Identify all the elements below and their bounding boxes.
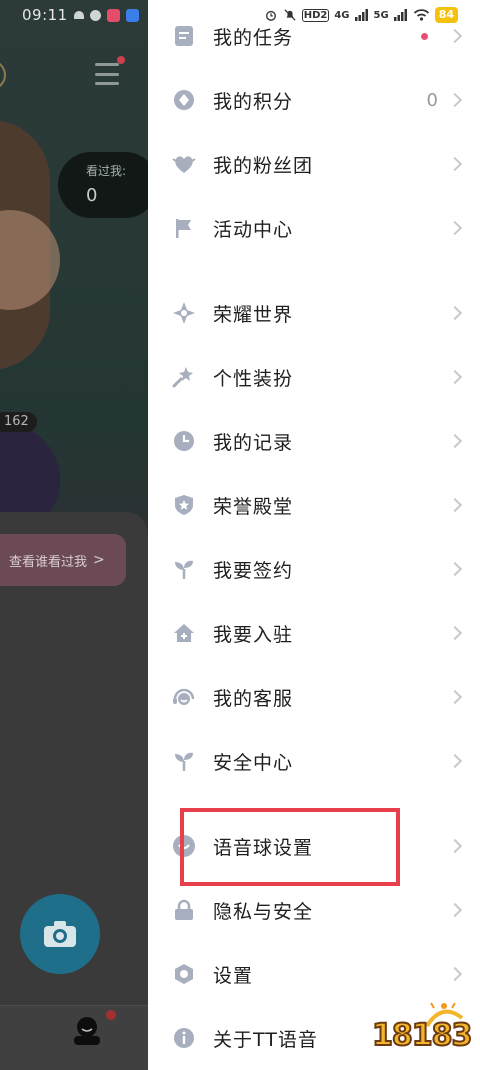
magic-wand-icon bbox=[172, 365, 196, 389]
who-visited-chevron: > bbox=[93, 552, 105, 568]
lock-icon bbox=[172, 898, 196, 922]
number-pill: 162 bbox=[0, 412, 37, 432]
status-bar-left: 09:11 bbox=[22, 6, 139, 24]
menu-item-fan-club[interactable]: 我的粉丝团 bbox=[148, 132, 480, 196]
menu-label-fan-club: 我的粉丝团 bbox=[213, 154, 314, 177]
menu-item-hall-of-honor[interactable]: 荣誉殿堂 bbox=[148, 473, 480, 537]
menu-item-customer-service[interactable]: 我的客服 bbox=[148, 665, 480, 729]
menu-label-settings: 设置 bbox=[213, 964, 254, 987]
points-value: 0 bbox=[426, 89, 438, 111]
chevron-right-icon bbox=[447, 369, 463, 385]
task-badge-dot bbox=[421, 32, 428, 40]
menu-label-join-settle: 我要入驻 bbox=[213, 623, 294, 646]
chevron-right-icon bbox=[447, 92, 463, 108]
chevron-right-icon bbox=[447, 753, 463, 769]
chevron-right-icon bbox=[447, 28, 463, 44]
chevron-right-icon bbox=[447, 689, 463, 705]
app-notification-icon bbox=[89, 9, 101, 21]
menu-item-security-center[interactable]: 安全中心 bbox=[148, 729, 480, 793]
highlight-annotation-box bbox=[180, 808, 400, 886]
status-time: 09:11 bbox=[22, 6, 68, 24]
sprout-icon bbox=[172, 749, 196, 773]
menu-item-join-settle[interactable]: 我要入驻 bbox=[148, 601, 480, 665]
menu-badge-dot bbox=[117, 56, 125, 64]
background-sheet bbox=[0, 512, 148, 1070]
browser-app-icon bbox=[125, 8, 139, 22]
chevron-right-icon bbox=[447, 966, 463, 982]
house-icon bbox=[172, 621, 196, 645]
who-visited-button[interactable]: 查看谁看过我 > bbox=[0, 534, 126, 586]
chevron-right-icon bbox=[447, 433, 463, 449]
chevron-right-icon bbox=[447, 497, 463, 513]
profile-tab-badge bbox=[106, 1010, 116, 1020]
profile-tab-icon[interactable] bbox=[72, 1016, 102, 1046]
shield-star-icon bbox=[172, 493, 196, 517]
glory-star-icon bbox=[172, 301, 196, 325]
chevron-right-icon bbox=[447, 305, 463, 321]
menu-item-sign-contract[interactable]: 我要签约 bbox=[148, 537, 480, 601]
menu-label-activity-center: 活动中心 bbox=[213, 218, 294, 241]
menu-label-glory-world: 荣耀世界 bbox=[213, 303, 294, 326]
points-icon bbox=[172, 88, 196, 112]
menu-label-privacy-security: 隐私与安全 bbox=[213, 900, 314, 923]
flag-icon bbox=[172, 216, 196, 240]
menu-label-hall-of-honor: 荣誉殿堂 bbox=[213, 495, 294, 518]
background-avatar-face bbox=[0, 210, 60, 310]
headset-icon bbox=[172, 685, 196, 709]
clock-icon bbox=[172, 429, 196, 453]
menu-label-personal-dress: 个性装扮 bbox=[213, 367, 294, 390]
menu-item-privacy-security[interactable]: 隐私与安全 bbox=[148, 878, 480, 942]
sprout-icon bbox=[172, 557, 196, 581]
camera-icon bbox=[44, 921, 76, 947]
menu-item-personal-dress[interactable]: 个性装扮 bbox=[148, 345, 480, 409]
chevron-right-icon bbox=[447, 561, 463, 577]
watermark-logo: 18183 bbox=[371, 1000, 473, 1062]
fan-heart-icon bbox=[172, 152, 196, 176]
menu-label-my-records: 我的记录 bbox=[213, 431, 294, 454]
menu-label-my-points: 我的积分 bbox=[213, 90, 294, 113]
menu-item-my-records[interactable]: 我的记录 bbox=[148, 409, 480, 473]
chevron-right-icon bbox=[447, 625, 463, 641]
menu-item-glory-world[interactable]: 荣耀世界 bbox=[148, 281, 480, 345]
camera-button[interactable] bbox=[20, 894, 100, 974]
hamburger-menu-icon[interactable] bbox=[95, 63, 119, 85]
menu-label-my-tasks: 我的任务 bbox=[213, 26, 294, 49]
side-drawer: HD2 4G 5G 84 我的任务 我的积分 0 我的粉丝团 活动中心 荣耀世界 bbox=[148, 0, 480, 1070]
menu-item-activity-center[interactable]: 活动中心 bbox=[148, 196, 480, 260]
chevron-right-icon bbox=[447, 838, 463, 854]
menu-label-customer-service: 我的客服 bbox=[213, 687, 294, 710]
visited-me-card[interactable]: 看过我: 0 bbox=[58, 152, 158, 218]
task-icon bbox=[172, 24, 196, 48]
watermark-text: 18183 bbox=[371, 1017, 473, 1054]
menu-item-my-points[interactable]: 我的积分 0 bbox=[148, 68, 480, 132]
menu-label-security-center: 安全中心 bbox=[213, 751, 294, 774]
chevron-right-icon bbox=[447, 156, 463, 172]
chevron-right-icon bbox=[447, 220, 463, 236]
menu-item-settings[interactable]: 设置 bbox=[148, 942, 480, 1006]
video-app-icon bbox=[106, 8, 120, 22]
who-visited-label: 查看谁看过我 bbox=[9, 554, 88, 570]
menu-label-about: 关于TT语音 bbox=[213, 1028, 318, 1051]
menu-item-my-tasks[interactable]: 我的任务 bbox=[148, 4, 480, 68]
menu-label-sign-contract: 我要签约 bbox=[213, 559, 294, 582]
notification-icon bbox=[73, 11, 84, 19]
info-icon bbox=[172, 1026, 196, 1050]
chevron-right-icon bbox=[447, 902, 463, 918]
gear-icon bbox=[172, 962, 196, 986]
